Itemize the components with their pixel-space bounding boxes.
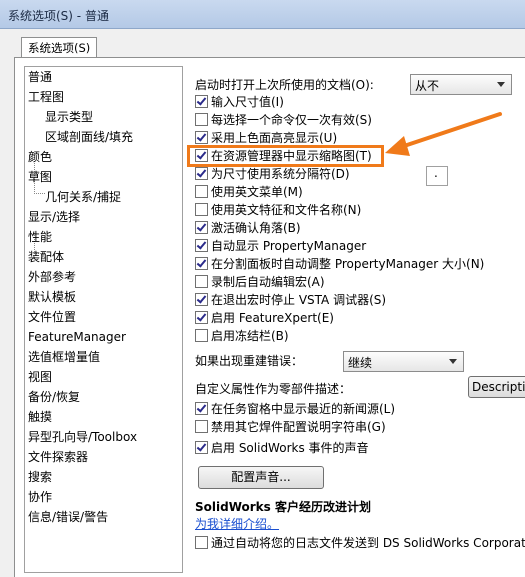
checkbox[interactable] — [195, 95, 208, 108]
sidebar-item-colors[interactable]: 颜色 — [28, 149, 52, 165]
checkbox[interactable] — [195, 185, 208, 198]
rebuild-error-select[interactable]: 继续 — [343, 351, 464, 372]
checkbox-input-dimension-value[interactable]: 输入尺寸值(I) — [195, 95, 284, 111]
sidebar-item-collaboration[interactable]: 协作 — [28, 489, 52, 505]
sidebar-item-display-selection[interactable]: 显示/选择 — [28, 209, 80, 225]
open-last-docs-value: 从不 — [415, 79, 440, 93]
sidebar-item-view[interactable]: 视图 — [28, 369, 52, 385]
open-last-docs-select[interactable]: 从不 — [410, 74, 512, 95]
category-tree[interactable]: 普通 工程图 显示类型 区域剖面线/填充 颜色 草图 几何关系/捕捉 显示/选择… — [24, 66, 183, 573]
sidebar-item-search[interactable]: 搜索 — [28, 469, 52, 485]
checkbox[interactable] — [195, 221, 208, 234]
sidebar-item-spin-box-increments[interactable]: 选值框增量值 — [28, 349, 100, 365]
checkbox-english-feature-names[interactable]: 使用英文特征和文件名称(N) — [195, 203, 361, 219]
separator-input[interactable]: . — [426, 166, 448, 186]
sidebar-item-sketch[interactable]: 草图 — [28, 169, 52, 185]
checkbox-disable-weldment-strings[interactable]: 禁用其它焊件配置说明字符串(G) — [195, 420, 386, 436]
sidebar-item-external-references[interactable]: 外部参考 — [28, 269, 76, 285]
checkbox[interactable] — [195, 441, 208, 454]
program-heading: SolidWorks 客户经历改进计划 — [195, 500, 371, 514]
checkbox-system-separator[interactable]: 为尺寸使用系统分隔符(D) — [195, 167, 350, 183]
sidebar-item-area-hatch[interactable]: 区域剖面线/填充 — [45, 129, 133, 145]
checkbox[interactable] — [195, 257, 208, 270]
sidebar-item-drawings[interactable]: 工程图 — [28, 89, 64, 105]
checkbox[interactable] — [195, 167, 208, 180]
window-title: 系统选项(S) - 普通 — [8, 9, 109, 23]
rebuild-error-value: 继续 — [348, 356, 373, 370]
tab-system-options[interactable]: 系统选项(S) — [21, 37, 98, 59]
sidebar-item-relations-snaps[interactable]: 几何关系/捕捉 — [45, 189, 121, 205]
checkbox-enable-event-sounds[interactable]: 启用 SolidWorks 事件的声音 — [195, 441, 369, 457]
annotation-highlight-box — [187, 145, 384, 167]
chevron-down-icon — [497, 82, 505, 87]
sidebar-item-file-locations[interactable]: 文件位置 — [28, 309, 76, 325]
sidebar-item-assemblies[interactable]: 装配体 — [28, 249, 64, 265]
sidebar-item-messages-errors-warnings[interactable]: 信息/错误/警告 — [28, 509, 108, 525]
checkbox[interactable] — [195, 113, 208, 126]
checkbox-send-log-files[interactable]: 通过自动将您的日志文件发送到 DS SolidWorks Corporation — [195, 536, 525, 552]
sidebar-item-featuremanager[interactable]: FeatureManager — [28, 329, 126, 345]
chevron-down-icon — [449, 359, 457, 364]
sidebar-item-file-explorer[interactable]: 文件探索器 — [28, 449, 88, 465]
checkbox[interactable] — [195, 311, 208, 324]
checkbox[interactable] — [195, 203, 208, 216]
checkbox-english-menus[interactable]: 使用英文菜单(M) — [195, 185, 303, 201]
checkbox-stop-vsta-debugger[interactable]: 在退出宏时停止 VSTA 调试器(S) — [195, 293, 386, 309]
checkbox[interactable] — [195, 239, 208, 252]
sidebar-item-display-type[interactable]: 显示类型 — [45, 109, 93, 125]
sidebar-item-general[interactable]: 普通 — [28, 69, 52, 85]
checkbox-enable-freeze-bar[interactable]: 启用冻结栏(B) — [195, 329, 289, 345]
checkbox-enable-featurexpert[interactable]: 启用 FeatureXpert(E) — [195, 311, 334, 327]
checkbox-confirmation-corner[interactable]: 激活确认角落(B) — [195, 221, 301, 237]
checkbox[interactable] — [195, 402, 208, 415]
custom-property-field[interactable]: Descriptio — [468, 376, 525, 398]
checkbox[interactable] — [195, 420, 208, 433]
configure-sounds-button[interactable]: 配置声音... — [198, 466, 324, 489]
sidebar-item-performance[interactable]: 性能 — [28, 229, 52, 245]
checkbox[interactable] — [195, 293, 208, 306]
checkbox[interactable] — [195, 536, 208, 549]
checkbox[interactable] — [195, 329, 208, 342]
checkbox[interactable] — [195, 275, 208, 288]
window-titlebar: 系统选项(S) - 普通 — [0, 0, 525, 29]
sidebar-item-backup-recover[interactable]: 备份/恢复 — [28, 389, 80, 405]
sidebar-item-touch[interactable]: 触摸 — [28, 409, 52, 425]
checkbox-show-news-feed[interactable]: 在任务窗格中显示最近的新闻源(L) — [195, 402, 395, 418]
checkbox[interactable] — [195, 131, 208, 144]
checkbox-auto-size-propertymanager[interactable]: 在分割面板时自动调整 PropertyManager 大小(N) — [195, 257, 484, 273]
open-last-docs-label: 启动时打开上次所使用的文档(O): — [195, 78, 374, 92]
checkbox-auto-show-propertymanager[interactable]: 自动显示 PropertyManager — [195, 239, 366, 255]
sidebar-item-hole-wizard-toolbox[interactable]: 异型孔向导/Toolbox — [28, 429, 137, 445]
sidebar-item-default-templates[interactable]: 默认模板 — [28, 289, 76, 305]
checkbox-auto-edit-macro[interactable]: 录制后自动编辑宏(A) — [195, 275, 325, 291]
custom-property-label: 自定义属性作为零部件描述： — [195, 382, 352, 396]
checkbox-single-command-per-pick[interactable]: 每选择一个命令仅一次有效(S) — [195, 113, 372, 129]
learn-more-link[interactable]: 为我详细介绍。 — [195, 515, 279, 532]
separator-value: . — [434, 166, 438, 180]
rebuild-error-label: 如果出现重建错误： — [195, 354, 304, 368]
